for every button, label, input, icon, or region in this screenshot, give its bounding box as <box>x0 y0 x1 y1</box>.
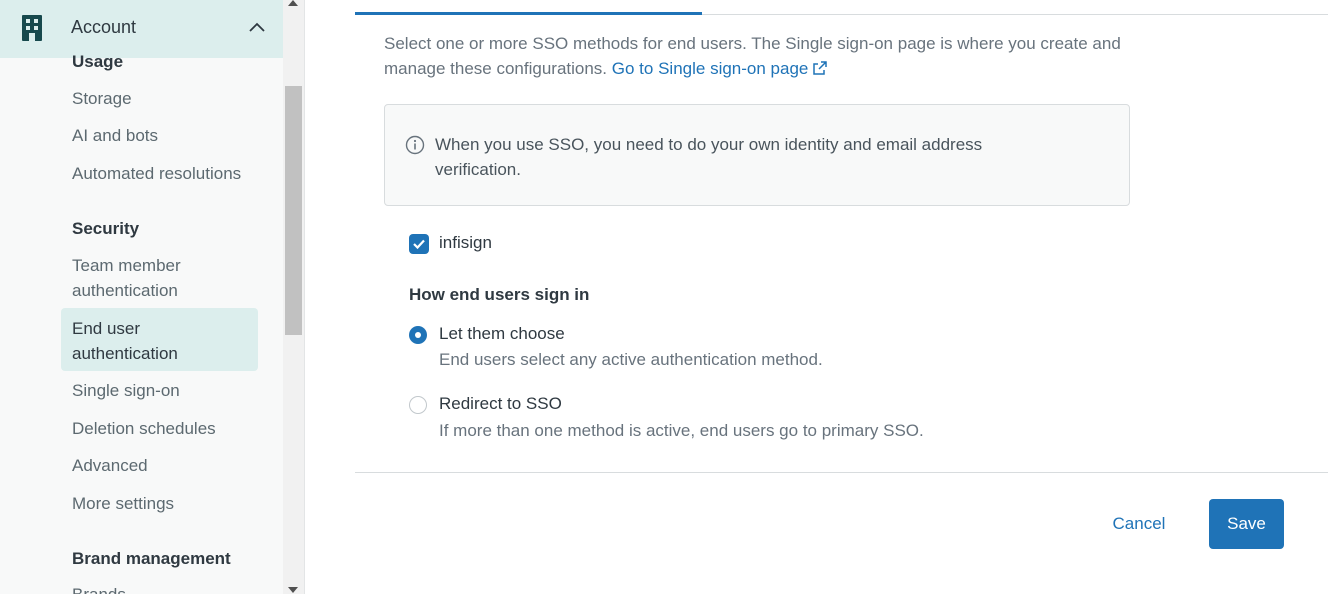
save-button[interactable]: Save <box>1209 499 1284 549</box>
sidebar-item-automated-resolutions[interactable]: Automated resolutions <box>72 161 241 186</box>
radio-dot <box>415 332 421 338</box>
sidebar: Account Usage Storage AI and bots Automa… <box>0 0 283 594</box>
external-link-icon <box>813 59 827 78</box>
cancel-button[interactable]: Cancel <box>1094 500 1184 548</box>
sso-verification-notice: When you use SSO, you need to do your ow… <box>384 104 1130 206</box>
sidebar-item-storage[interactable]: Storage <box>72 86 132 111</box>
sidebar-item-more-settings[interactable]: More settings <box>72 491 174 516</box>
go-to-sso-page-link-label: Go to Single sign-on page <box>611 59 809 78</box>
sidebar-item-ai-and-bots[interactable]: AI and bots <box>72 123 158 148</box>
sign-in-method-heading: How end users sign in <box>409 285 590 304</box>
info-icon <box>405 135 425 160</box>
radio-redirect-to-sso-label[interactable]: Redirect to SSO <box>439 394 562 414</box>
sidebar-section-brand-management: Brand management <box>72 549 231 568</box>
infisign-checkbox[interactable] <box>409 234 429 254</box>
tab-active-indicator <box>355 12 702 15</box>
notice-text: When you use SSO, you need to do your ow… <box>435 135 983 179</box>
sidebar-section-usage: Usage <box>72 52 124 71</box>
sidebar-item-single-sign-on[interactable]: Single sign-on <box>72 378 180 403</box>
go-to-sso-page-link[interactable]: Go to Single sign-on page <box>612 59 827 78</box>
radio-let-them-choose-label[interactable]: Let them choose <box>439 324 565 344</box>
scroll-up-arrow-icon[interactable] <box>288 0 298 6</box>
check-icon <box>413 239 425 250</box>
chevron-up-icon[interactable] <box>248 20 266 38</box>
sidebar-section-security: Security <box>72 219 140 238</box>
sidebar-item-team-member-authentication[interactable]: Team member authentication <box>72 253 222 303</box>
sidebar-item-brands[interactable]: Brands <box>72 582 126 594</box>
radio-let-them-choose-hint: End users select any active authenticati… <box>439 350 823 369</box>
scroll-down-arrow-icon[interactable] <box>288 587 298 593</box>
footer-divider <box>355 472 1328 473</box>
radio-redirect-to-sso-hint: If more than one method is active, end u… <box>439 421 924 440</box>
scrollbar-thumb[interactable] <box>285 86 302 335</box>
radio-redirect-to-sso[interactable] <box>409 396 427 414</box>
sidebar-item-deletion-schedules[interactable]: Deletion schedules <box>72 416 216 441</box>
sidebar-item-advanced[interactable]: Advanced <box>72 453 148 478</box>
building-icon <box>22 15 42 46</box>
infisign-checkbox-label[interactable]: infisign <box>439 233 492 253</box>
sidebar-header-title: Account <box>71 17 137 37</box>
sso-description: Select one or more SSO methods for end u… <box>384 31 1144 81</box>
sidebar-item-end-user-authentication[interactable]: End user authentication <box>72 316 222 366</box>
radio-let-them-choose[interactable] <box>409 326 427 344</box>
sidebar-scrollbar[interactable] <box>283 0 305 594</box>
sidebar-header-account[interactable]: Account <box>0 0 283 58</box>
